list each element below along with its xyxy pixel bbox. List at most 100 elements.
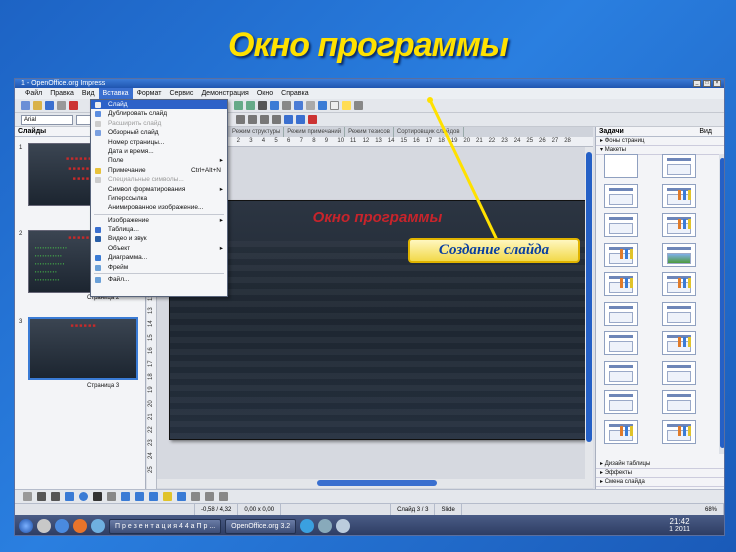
clock[interactable]: 21:42 1 2011: [669, 518, 690, 534]
menu-help[interactable]: Справка: [277, 88, 312, 99]
extrusion-icon[interactable]: [219, 492, 228, 501]
save-icon[interactable]: [45, 101, 54, 110]
insert-menu-item[interactable]: Примечание Ctrl+Alt+N: [91, 166, 227, 175]
callouts-icon[interactable]: [177, 492, 186, 501]
tab-outline[interactable]: Режим структуры: [229, 127, 285, 137]
layout-thumbnail[interactable]: [662, 301, 696, 326]
points-icon[interactable]: [191, 492, 200, 501]
firefox-icon[interactable]: [73, 519, 87, 533]
insert-menu-item[interactable]: Фрейм: [91, 263, 227, 272]
close-button[interactable]: ×: [713, 80, 721, 87]
layout-thumbnail[interactable]: [604, 301, 638, 326]
layout-thumbnail[interactable]: [604, 419, 638, 444]
tasks-view-menu[interactable]: Вид: [699, 127, 724, 136]
section-master-pages[interactable]: ▸ Фоны страниц: [596, 137, 724, 146]
insert-menu-item[interactable]: Номер страницы...: [91, 138, 227, 147]
insert-menu-item[interactable]: Объект ▸: [91, 244, 227, 253]
insert-menu-item[interactable]: Таблица...: [91, 225, 227, 234]
pdf-icon[interactable]: [69, 101, 78, 110]
current-slide[interactable]: Окно программы: [169, 200, 586, 441]
menu-insert[interactable]: Вставка: [98, 88, 133, 99]
menu-tools[interactable]: Сервис: [165, 88, 197, 99]
arrow-line-icon[interactable]: [51, 492, 60, 501]
select-icon[interactable]: [23, 492, 32, 501]
insert-menu-item[interactable]: Анимированное изображение...: [91, 203, 227, 212]
indent-icon[interactable]: [296, 115, 305, 124]
tab-slide-sorter[interactable]: Сортировщик слайдов: [394, 127, 464, 137]
maximize-button[interactable]: □: [703, 80, 711, 87]
fontwork-icon[interactable]: [205, 492, 214, 501]
vertical-scrollbar[interactable]: [585, 147, 593, 479]
menu-view[interactable]: Вид: [78, 88, 99, 99]
tab-handout[interactable]: Режим тезисов: [345, 127, 394, 137]
menu-file[interactable]: Файл: [21, 88, 46, 99]
horizontal-scrollbar[interactable]: [157, 479, 593, 488]
layout-thumbnail[interactable]: [662, 390, 696, 414]
table-icon[interactable]: [270, 101, 279, 110]
slideshow-icon[interactable]: [318, 101, 327, 110]
layout-thumbnail[interactable]: [604, 360, 638, 385]
layout-thumbnail[interactable]: [604, 331, 638, 355]
font-name-box[interactable]: Arial: [21, 114, 73, 125]
insert-menu-item[interactable]: Видео и звук: [91, 234, 227, 243]
skype-icon[interactable]: [300, 519, 315, 533]
print-icon[interactable]: [57, 101, 66, 110]
insert-menu-item[interactable]: Слайд: [91, 100, 227, 110]
new-slide-icon[interactable]: [330, 101, 339, 110]
layout-thumbnail[interactable]: [604, 242, 638, 267]
insert-menu-item[interactable]: Символ форматирования ▸: [91, 185, 227, 194]
ellipse-icon[interactable]: [79, 492, 88, 501]
bullets-icon[interactable]: [284, 115, 293, 124]
camera-icon[interactable]: [258, 101, 267, 110]
line-icon[interactable]: [37, 492, 46, 501]
layout-icon[interactable]: [342, 101, 351, 110]
insert-menu-item[interactable]: Файл...: [91, 275, 227, 284]
layout-thumbnail[interactable]: [662, 183, 696, 208]
home-folder-icon[interactable]: [55, 519, 69, 533]
new-icon[interactable]: [21, 101, 30, 110]
taskbar-openoffice[interactable]: OpenOffice.org 3.2: [225, 518, 297, 534]
network-icon[interactable]: [318, 519, 333, 533]
section-slide-transition[interactable]: ▸ Смена слайда: [596, 478, 724, 487]
insert-menu-item[interactable]: Дублировать слайд: [91, 109, 227, 118]
layout-thumbnail[interactable]: [662, 331, 696, 355]
minimize-button[interactable]: _: [693, 80, 701, 87]
taskbar-presentation[interactable]: П р е з е н т а ц и я 4 4 а П р ...: [109, 518, 222, 534]
align-center-icon[interactable]: [248, 115, 257, 124]
volume-icon[interactable]: [336, 519, 351, 533]
slide-title-text[interactable]: Окно программы: [170, 209, 585, 226]
layout-thumbnail[interactable]: [662, 419, 696, 444]
chart-icon[interactable]: [282, 101, 291, 110]
layout-thumbnail[interactable]: [604, 213, 638, 237]
insert-menu-item[interactable]: Дата и время...: [91, 147, 227, 156]
insert-menu-item[interactable]: Гиперссылка: [91, 194, 227, 203]
menu-slideshow[interactable]: Демонстрация: [197, 88, 252, 99]
zoom-icon[interactable]: [306, 101, 315, 110]
tab-notes[interactable]: Режим примечаний: [284, 127, 346, 137]
insert-menu-item[interactable]: Специальные символы...: [91, 175, 227, 184]
zoom-level[interactable]: 68%: [699, 504, 724, 515]
undo-icon[interactable]: [234, 101, 243, 110]
block-arrows-icon[interactable]: [135, 492, 144, 501]
insert-menu-item[interactable]: Расширить слайд: [91, 119, 227, 128]
layout-thumbnail[interactable]: [604, 154, 638, 178]
layout-thumbnail[interactable]: [604, 390, 638, 414]
files-icon[interactable]: [91, 519, 105, 533]
redo-icon[interactable]: [246, 101, 255, 110]
layout-thumbnail[interactable]: [662, 272, 696, 296]
shapes-icon[interactable]: [121, 492, 130, 501]
layout-thumbnail[interactable]: [662, 360, 696, 385]
insert-menu-item[interactable]: Обзорный слайд: [91, 128, 227, 137]
tasks-scrollbar[interactable]: [719, 154, 724, 454]
stars-icon[interactable]: [163, 492, 172, 501]
menu-edit[interactable]: Правка: [46, 88, 78, 99]
font-color-icon[interactable]: [308, 115, 317, 124]
open-icon[interactable]: [33, 101, 42, 110]
insert-menu-item[interactable]: Поле ▸: [91, 156, 227, 165]
justify-icon[interactable]: [272, 115, 281, 124]
align-left-icon[interactable]: [236, 115, 245, 124]
layout-thumbnail[interactable]: [662, 154, 696, 178]
desktop-icon[interactable]: [37, 519, 51, 533]
section-table-design[interactable]: ▸ Дизайн таблицы: [596, 460, 724, 469]
insert-menu-item[interactable]: Диаграмма...: [91, 253, 227, 262]
